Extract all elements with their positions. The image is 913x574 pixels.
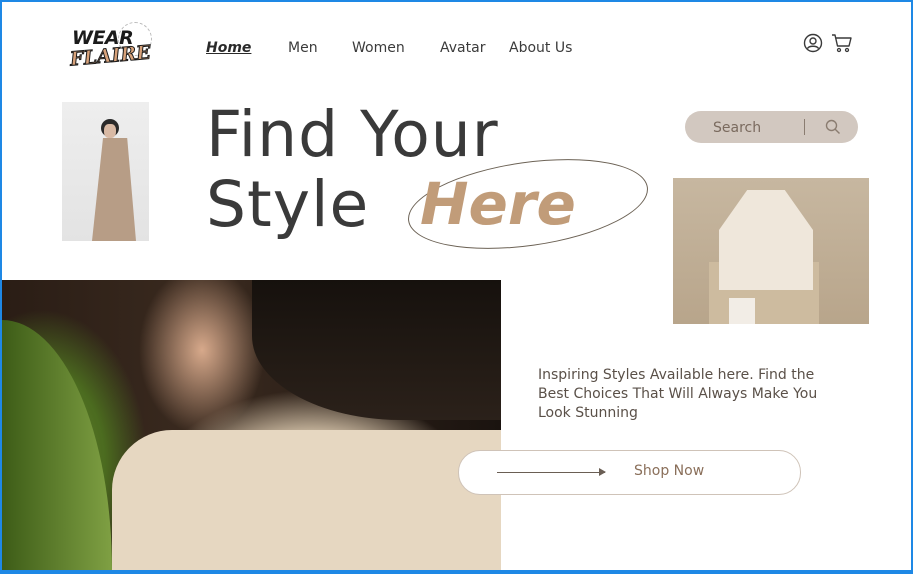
nav-item-about-us[interactable]: About Us bbox=[509, 40, 572, 56]
search-icon[interactable] bbox=[825, 119, 841, 135]
nav-item-avatar[interactable]: Avatar bbox=[440, 40, 485, 56]
search-bar[interactable] bbox=[685, 111, 858, 143]
nav-item-men[interactable]: Men bbox=[288, 40, 318, 56]
nav-item-home[interactable]: Home bbox=[206, 40, 251, 56]
hero-photo-couple bbox=[2, 280, 501, 570]
arrow-right-icon bbox=[497, 472, 605, 473]
hero-title-line2: Style bbox=[206, 168, 370, 241]
brand-logo[interactable]: WEAR FLAIRE bbox=[68, 22, 152, 74]
model-photo-woman-coat bbox=[62, 102, 149, 241]
search-divider bbox=[804, 119, 805, 135]
shop-now-button[interactable]: Shop Now bbox=[458, 450, 801, 495]
model-photo-man-seated bbox=[673, 178, 869, 324]
cart-icon[interactable] bbox=[830, 31, 854, 55]
hero-title: Find Your Style bbox=[206, 98, 499, 240]
shop-now-label: Shop Now bbox=[634, 463, 705, 479]
search-input[interactable] bbox=[711, 117, 805, 139]
hero-title-line1: Find Your bbox=[206, 98, 499, 171]
user-icon[interactable] bbox=[803, 33, 823, 53]
page-frame: WEAR FLAIRE Home Men Women Avatar About … bbox=[2, 2, 911, 570]
hero-title-highlight: Here bbox=[420, 170, 576, 238]
nav-item-women[interactable]: Women bbox=[352, 40, 405, 56]
hero-description: Inspiring Styles Available here. Find th… bbox=[538, 367, 818, 421]
